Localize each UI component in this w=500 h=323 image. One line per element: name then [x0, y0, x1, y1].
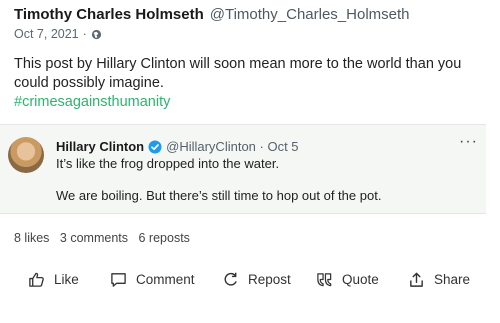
share-icon [410, 272, 423, 287]
quoted-text-line: It’s like the frog dropped into the wate… [56, 156, 280, 171]
like-label: Like [54, 271, 79, 287]
reposts-count[interactable]: 6 reposts [139, 231, 190, 245]
quote-label: Quote [342, 271, 379, 287]
comment-button[interactable]: Comment [110, 262, 195, 296]
repost-icon [224, 272, 237, 286]
quote-icon [317, 272, 332, 286]
repost-label: Repost [248, 271, 291, 287]
author-row: Timothy Charles Holmseth @Timothy_Charle… [14, 6, 490, 23]
avatar[interactable] [8, 137, 44, 173]
share-button[interactable]: Share [408, 262, 470, 296]
quote-button[interactable]: Quote [316, 262, 379, 296]
like-button[interactable]: Like [28, 262, 79, 296]
post-header: Timothy Charles Holmseth @Timothy_Charle… [14, 6, 490, 41]
post-date[interactable]: Oct 7, 2021 [14, 27, 79, 41]
repost-button[interactable]: Repost [222, 262, 291, 296]
hashtag-link[interactable]: #crimesagainsthumanity [14, 93, 484, 112]
verified-badge-icon [148, 140, 162, 154]
comment-label: Comment [136, 271, 195, 287]
post-meta: Oct 7, 2021 · [14, 27, 490, 41]
quoted-author-name[interactable]: Hillary Clinton [56, 139, 144, 154]
meta-separator: · [82, 27, 87, 41]
thumbs-up-icon [29, 272, 44, 287]
engagement-stats: 8 likes 3 comments 6 reposts [14, 231, 197, 245]
globe-icon [91, 29, 102, 40]
post-text: This post by Hillary Clinton will soon m… [14, 56, 462, 91]
author-name[interactable]: Timothy Charles Holmseth [14, 6, 204, 23]
likes-count[interactable]: 8 likes [14, 231, 49, 245]
quoted-author-handle: @HillaryClinton · Oct 5 [166, 139, 299, 154]
share-label: Share [434, 271, 471, 287]
quoted-post-header: Hillary Clinton @HillaryClinton · Oct 5 [56, 139, 299, 154]
more-options-icon[interactable]: ··· [459, 133, 478, 151]
quoted-text-line: We are boiling. But there’s still time t… [56, 188, 382, 203]
post-card: Timothy Charles Holmseth @Timothy_Charle… [0, 0, 500, 323]
action-bar: Like Comment Repost Quote Share [0, 262, 500, 296]
post-body: This post by Hillary Clinton will soon m… [14, 55, 484, 112]
comments-count[interactable]: 3 comments [60, 231, 128, 245]
comment-icon [111, 272, 126, 287]
author-handle[interactable]: @Timothy_Charles_Holmseth [210, 6, 410, 23]
quoted-post[interactable]: Hillary Clinton @HillaryClinton · Oct 5 … [0, 124, 486, 214]
